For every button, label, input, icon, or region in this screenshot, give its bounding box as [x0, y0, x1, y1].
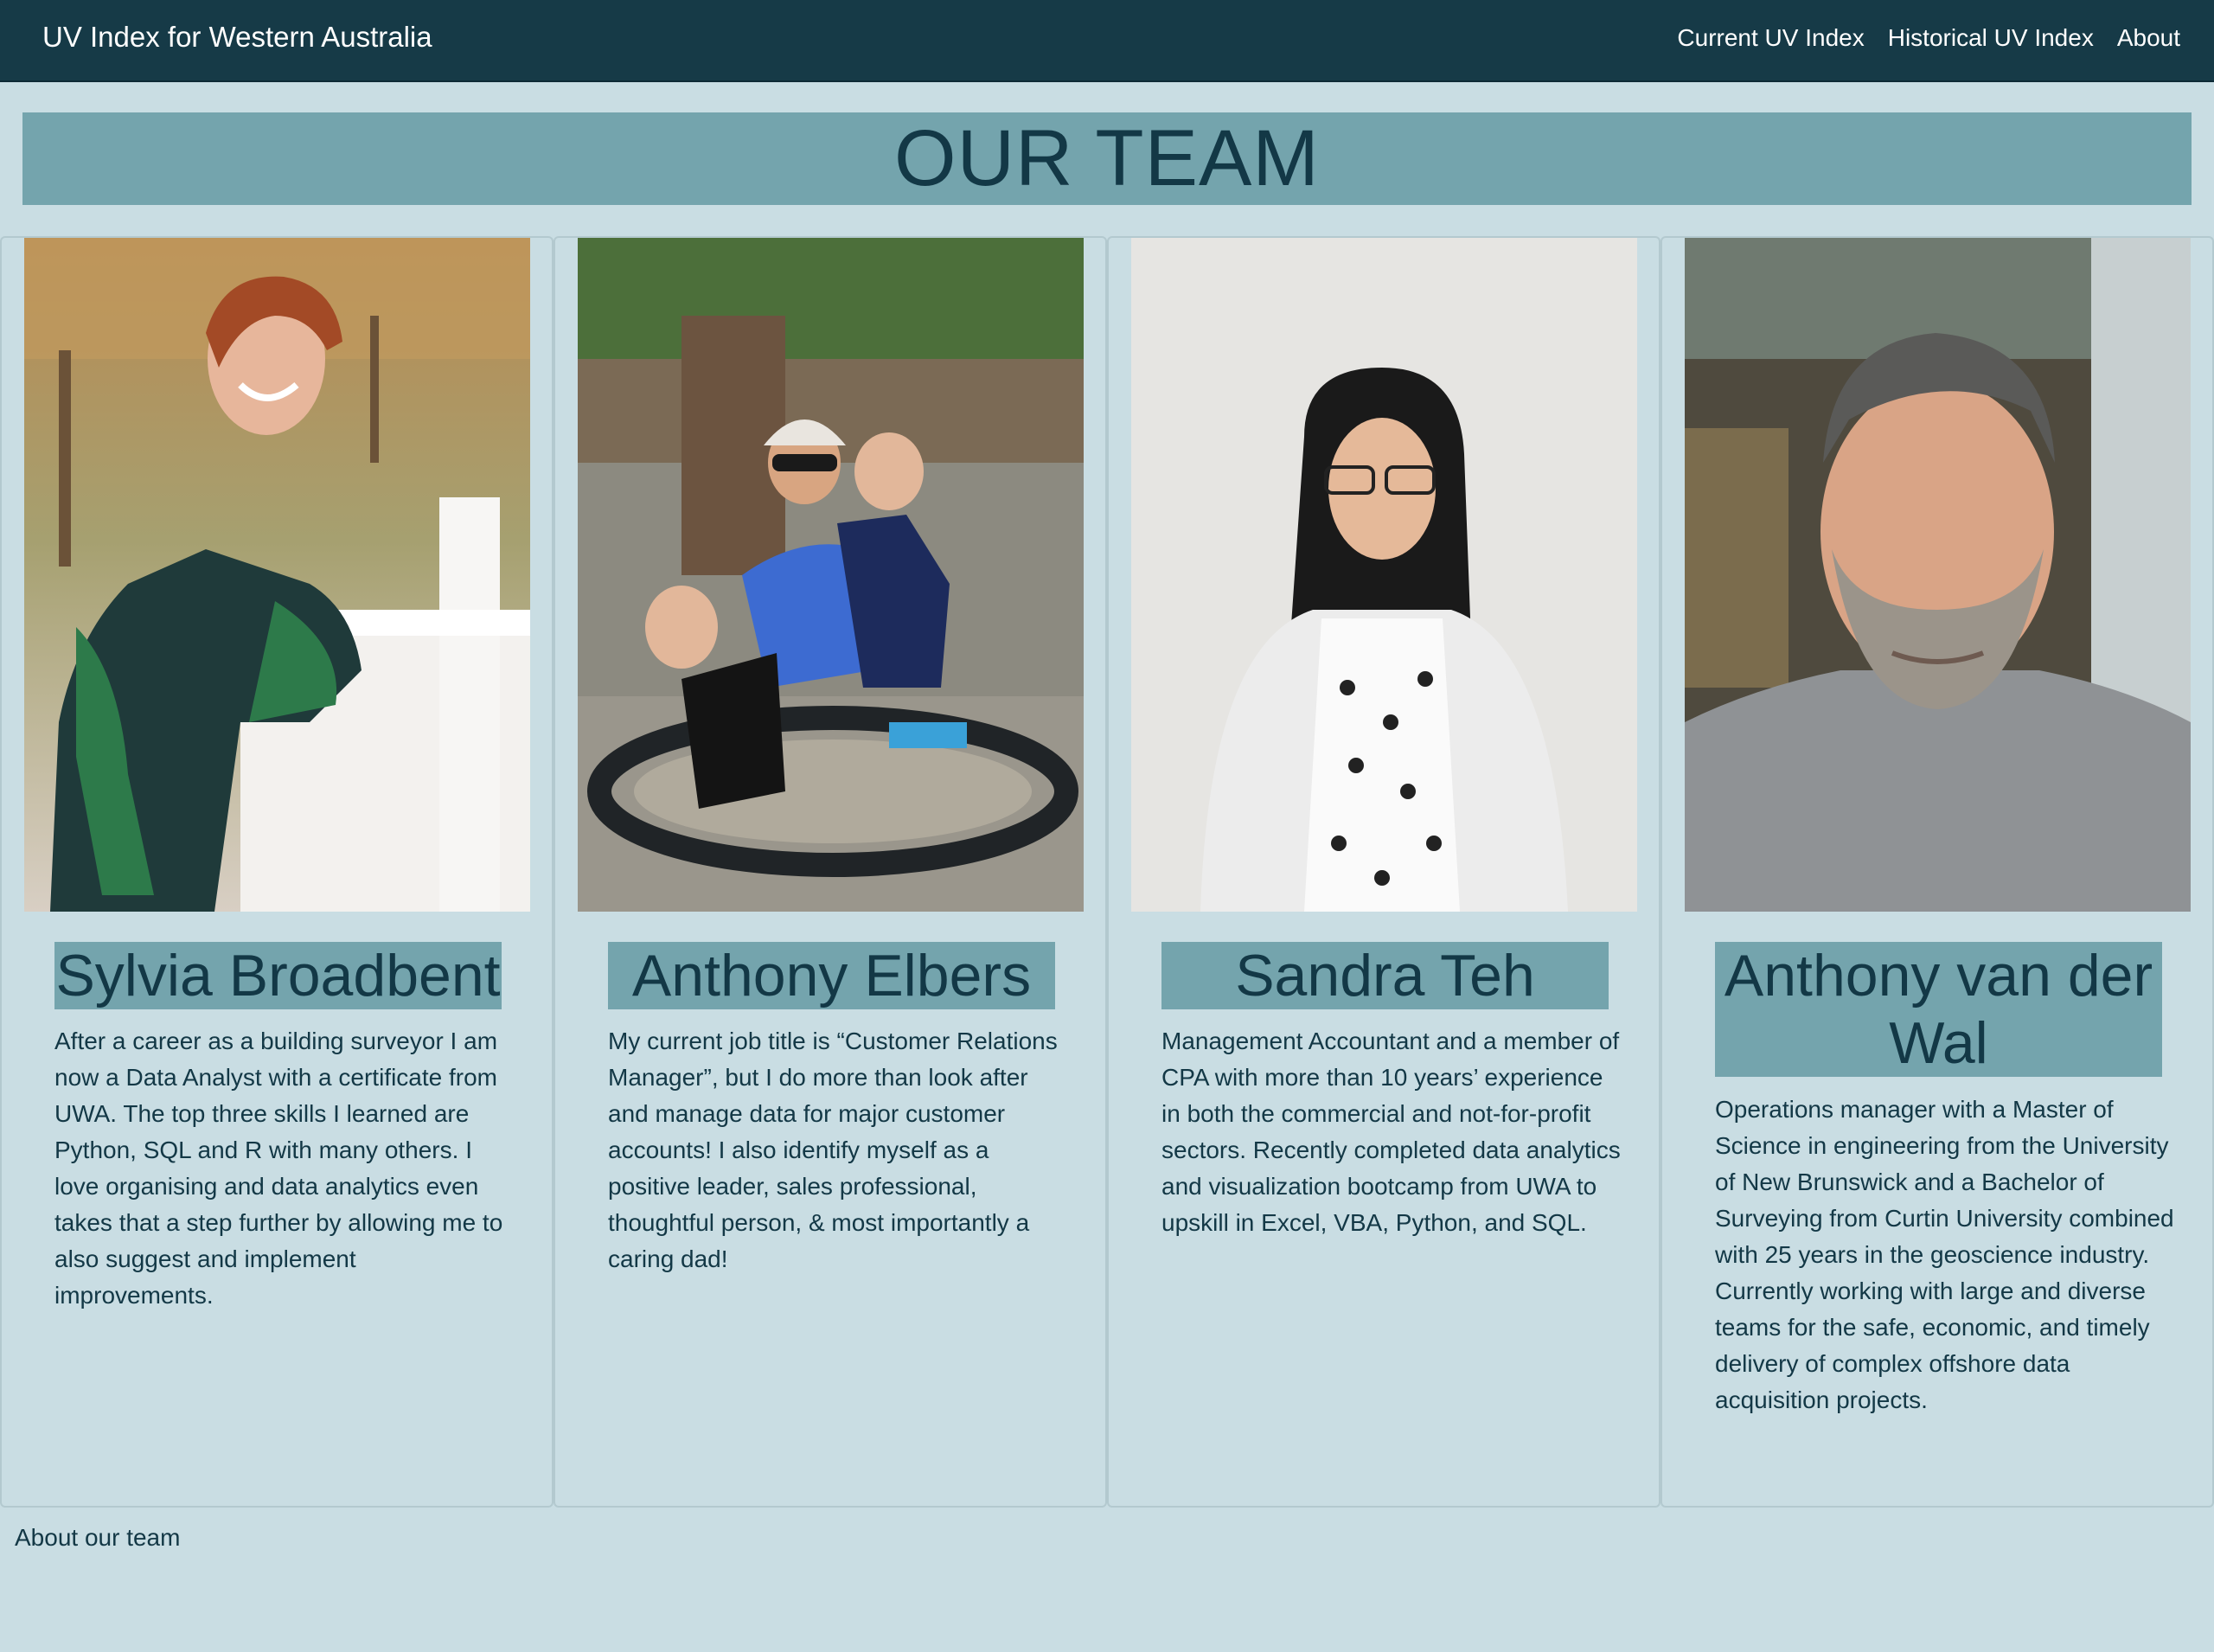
- team-name-box: Sandra Teh: [1161, 942, 1609, 1009]
- team-name: Anthony Elbers: [631, 943, 1032, 1008]
- team-card-sylvia-broadbent: Sylvia Broadbent After a career as a bui…: [0, 236, 554, 1508]
- team-name-box: Sylvia Broadbent: [54, 942, 502, 1009]
- team-name-box: Anthony van der Wal: [1715, 942, 2162, 1077]
- team-name: Sylvia Broadbent: [55, 943, 501, 1008]
- team-card-anthony-van-der-wal: Anthony van der Wal Operations manager w…: [1660, 236, 2214, 1508]
- team-name: Anthony van der Wal: [1724, 943, 2153, 1076]
- our-team-banner: OUR TEAM: [22, 112, 2192, 205]
- team-name: Sandra Teh: [1235, 943, 1535, 1008]
- page-title: OUR TEAM: [894, 114, 1320, 202]
- navbar-brand[interactable]: UV Index for Western Australia: [42, 21, 432, 54]
- team-name-box: Anthony Elbers: [608, 942, 1055, 1009]
- team-photo-anthony-van-der-wal: [1685, 238, 2191, 912]
- team-bio: My current job title is “Customer Relati…: [608, 1028, 1058, 1272]
- team-bio: Operations manager with a Master of Scie…: [1715, 1096, 2174, 1413]
- nav-link-historical-uv-index[interactable]: Historical UV Index: [1888, 24, 2094, 52]
- team-photo-anthony-elbers: [578, 238, 1084, 912]
- team-card-anthony-elbers: Anthony Elbers My current job title is “…: [554, 236, 1107, 1508]
- team-bio: Management Accountant and a member of CP…: [1161, 1028, 1621, 1236]
- nav-links: Current UV Index Historical UV Index Abo…: [1677, 24, 2180, 52]
- footer-about-our-team: About our team: [15, 1524, 181, 1551]
- nav-link-about[interactable]: About: [2117, 24, 2180, 52]
- team-photo-sandra-teh: [1131, 238, 1637, 912]
- nav-link-current-uv-index[interactable]: Current UV Index: [1677, 24, 1864, 52]
- team-photo-sylvia-broadbent: [24, 238, 530, 912]
- team-card-sandra-teh: Sandra Teh Management Accountant and a m…: [1107, 236, 1660, 1508]
- navbar: UV Index for Western Australia Current U…: [0, 0, 2214, 82]
- team-bio: After a career as a building surveyor I …: [54, 1028, 503, 1309]
